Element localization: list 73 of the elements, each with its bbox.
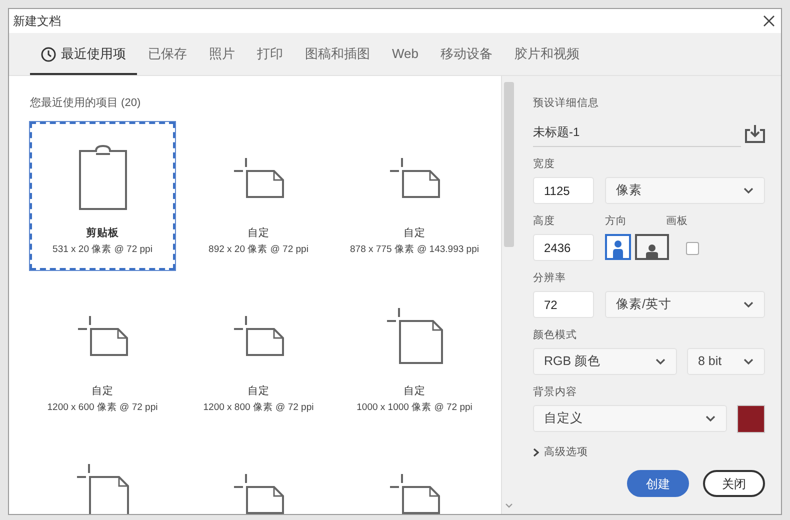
field-label: 画板 <box>666 214 688 228</box>
artboard-checkbox[interactable] <box>686 242 699 255</box>
height-field[interactable]: 2436 <box>533 234 594 261</box>
color-swatch[interactable] <box>737 405 765 433</box>
field-label: 分辨率 <box>533 271 566 285</box>
close-button[interactable]: 关闭 <box>703 470 765 497</box>
preset-tile[interactable]: 自定 1200 x 800 像素 @ 72 ppi <box>186 280 331 428</box>
bit-depth-dropdown[interactable]: 8 bit <box>687 348 765 375</box>
preset-name: 自定 <box>248 226 270 240</box>
chevron-down-icon <box>655 358 666 365</box>
preset-size: 878 x 775 像素 @ 143.993 ppi <box>350 243 479 258</box>
document-icon <box>388 156 440 198</box>
caret-icon <box>533 448 539 458</box>
preset-name: 自定 <box>92 384 114 398</box>
close-icon[interactable] <box>763 15 775 27</box>
field-label: 颜色模式 <box>533 328 577 342</box>
field-label: 宽度 <box>533 157 555 171</box>
tab[interactable]: 移动设备 <box>430 35 504 75</box>
chevron-down-icon <box>743 187 754 194</box>
document-icon <box>76 314 128 356</box>
create-button[interactable]: 创建 <box>627 470 689 497</box>
preset-tile[interactable]: 自定 1200 x 600 像素 @ 72 ppi <box>30 280 175 428</box>
chevron-down-icon <box>743 358 754 365</box>
clipboard-icon <box>78 144 128 210</box>
advanced-options-toggle[interactable]: 高级选项 <box>533 445 765 461</box>
person-icon <box>612 240 624 258</box>
preset-size: 892 x 20 像素 @ 72 ppi <box>208 243 308 258</box>
unit-dropdown[interactable]: 像素 <box>605 177 765 204</box>
save-preset-icon[interactable] <box>745 124 765 142</box>
preset-name: 自定 <box>248 384 270 398</box>
chevron-down-icon <box>705 415 716 422</box>
field-label: 高度 <box>533 214 555 228</box>
preset-tile[interactable]: 自定 892 x 20 像素 @ 72 ppi <box>186 122 331 270</box>
chevron-down-icon <box>743 301 754 308</box>
document-icon <box>232 472 284 514</box>
preset-size: 531 x 20 像素 @ 72 ppi <box>52 243 152 258</box>
preset-name: 自定 <box>404 226 426 240</box>
scrollbar[interactable] <box>502 76 516 514</box>
preset-tile[interactable]: 剪贴板 531 x 20 像素 @ 72 ppi <box>30 122 175 270</box>
section-heading: 预设详细信息 <box>533 96 599 110</box>
section-heading: 您最近使用的项目 (20) <box>30 96 141 111</box>
document-icon <box>76 462 130 514</box>
window-title: 新建文档 <box>13 13 61 30</box>
document-icon <box>232 314 284 356</box>
person-icon <box>645 244 659 258</box>
width-field[interactable]: 1125 <box>533 177 594 204</box>
preset-size: 1200 x 600 像素 @ 72 ppi <box>47 401 158 416</box>
resolution-field[interactable]: 72 <box>533 291 594 318</box>
tab[interactable]: 胶片和视频 <box>504 35 590 75</box>
preset-name: 自定 <box>404 384 426 398</box>
name-field[interactable]: 未标题-1 <box>533 120 741 147</box>
portrait-button[interactable] <box>605 234 631 260</box>
color-mode-dropdown[interactable]: RGB 颜色 <box>533 348 677 375</box>
clock-icon <box>41 46 56 62</box>
tab[interactable]: 图稿和插图 <box>294 35 381 75</box>
landscape-button[interactable] <box>635 234 669 260</box>
field-label: 方向 <box>605 214 627 228</box>
field-label: 背景内容 <box>533 385 577 399</box>
document-icon <box>232 156 284 198</box>
background-dropdown[interactable]: 自定义 <box>533 405 727 432</box>
preset-size: 1000 x 1000 像素 @ 72 ppi <box>356 401 472 416</box>
tab[interactable]: 照片 <box>198 35 246 75</box>
document-icon <box>386 306 444 364</box>
preset-tile[interactable]: 自定 1000 x 1000 像素 @ 72 ppi <box>342 280 487 428</box>
resolution-unit-dropdown[interactable]: 像素/英寸 <box>605 291 765 318</box>
tab[interactable]: 打印 <box>246 35 294 75</box>
preset-name: 剪贴板 <box>86 226 119 240</box>
tab[interactable]: Web <box>381 35 430 75</box>
scroll-thumb[interactable] <box>504 82 514 247</box>
preset-tile[interactable]: 自定 878 x 775 像素 @ 143.993 ppi <box>342 122 487 270</box>
document-icon <box>388 472 440 514</box>
tab[interactable]: 已保存 <box>137 35 198 75</box>
preset-size: 1200 x 800 像素 @ 72 ppi <box>203 401 314 416</box>
